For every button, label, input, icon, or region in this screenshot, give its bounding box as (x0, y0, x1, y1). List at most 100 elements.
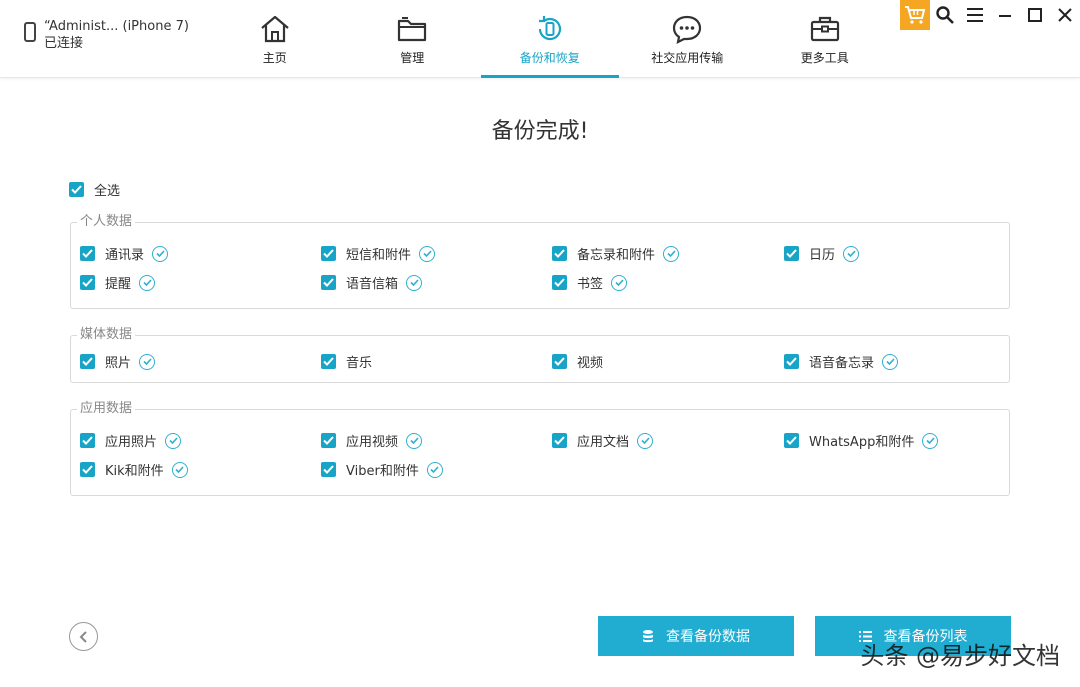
item-label: 照片 (105, 356, 132, 371)
done-check-icon (611, 274, 628, 291)
item-label: WhatsApp和附件 (809, 435, 915, 450)
phone-icon (24, 22, 36, 42)
window-controls (900, 0, 1080, 30)
checkbox-checked-icon (321, 354, 336, 369)
tab-more-tools[interactable]: 更多工具 (756, 0, 894, 78)
item-app-photos[interactable]: 应用照片 (80, 431, 182, 450)
item-music[interactable]: 音乐 (321, 352, 372, 371)
checkbox-checked-icon (784, 354, 799, 369)
select-all-label: 全选 (94, 184, 121, 199)
done-check-icon (165, 432, 182, 449)
checkbox-checked-icon (321, 433, 336, 448)
done-check-icon (922, 432, 939, 449)
maximize-icon (1028, 8, 1042, 22)
group-personal-data: 个人数据 通讯录 短信和附件 备忘录和附件 日历 提醒 语音信箱 书签 (70, 214, 1010, 309)
done-check-icon (406, 274, 423, 291)
item-label: 应用文档 (577, 435, 630, 450)
checkbox-checked-icon (784, 433, 799, 448)
group-legend: 应用数据 (77, 401, 136, 417)
item-bookmarks[interactable]: 书签 (552, 273, 628, 292)
item-app-videos[interactable]: 应用视频 (321, 431, 423, 450)
menu-icon (967, 8, 983, 22)
checkbox-checked-icon (784, 246, 799, 261)
item-label: Viber和附件 (346, 464, 419, 479)
minimize-button[interactable] (990, 0, 1020, 30)
checkbox-checked-icon (80, 462, 95, 477)
menu-button[interactable] (960, 0, 990, 30)
home-icon (258, 13, 292, 45)
cart-button[interactable] (900, 0, 930, 30)
done-check-icon (406, 432, 423, 449)
minimize-icon (999, 15, 1011, 17)
item-label: 短信和附件 (346, 248, 412, 263)
group-legend: 个人数据 (77, 214, 136, 230)
item-photos[interactable]: 照片 (80, 352, 156, 371)
item-videos[interactable]: 视频 (552, 352, 603, 371)
done-check-icon (426, 461, 443, 478)
tab-label: 社交应用传输 (651, 51, 724, 65)
tab-label: 备份和恢复 (519, 51, 580, 65)
item-label: 日历 (809, 248, 836, 263)
item-label: 语音备忘录 (809, 356, 875, 371)
done-check-icon (152, 245, 169, 262)
item-voicemail[interactable]: 语音信箱 (321, 273, 423, 292)
search-icon (936, 6, 954, 24)
done-check-icon (139, 353, 156, 370)
item-reminders[interactable]: 提醒 (80, 273, 156, 292)
watermark: 头条 @易步好文档 (860, 642, 1060, 670)
item-voice-memos[interactable]: 语音备忘录 (784, 352, 899, 371)
select-all-checkbox[interactable]: 全选 (69, 180, 120, 199)
item-calendar[interactable]: 日历 (784, 244, 860, 263)
backup-restore-icon (533, 13, 567, 45)
checkbox-checked-icon (69, 182, 84, 197)
checkbox-checked-icon (321, 275, 336, 290)
item-label: 提醒 (105, 277, 132, 292)
checkbox-checked-icon (552, 354, 567, 369)
item-label: 备忘录和附件 (577, 248, 656, 263)
item-kik[interactable]: Kik和附件 (80, 460, 188, 479)
checkbox-checked-icon (321, 462, 336, 477)
button-label: 查看备份数据 (666, 629, 750, 645)
item-label: 通讯录 (105, 248, 145, 263)
item-label: 语音信箱 (346, 277, 399, 292)
item-label: Kik和附件 (105, 464, 164, 479)
tab-backup-restore[interactable]: 备份和恢复 (481, 0, 619, 78)
chat-icon (670, 13, 704, 45)
checkbox-checked-icon (80, 246, 95, 261)
checkbox-checked-icon (80, 354, 95, 369)
tab-label: 主页 (262, 51, 287, 65)
device-status: 已连接 (44, 36, 84, 51)
device-info[interactable]: “Administ... (iPhone 7) 已连接 (24, 18, 189, 52)
item-label: 应用视频 (346, 435, 399, 450)
page-title: 备份完成! (491, 119, 589, 144)
checkbox-checked-icon (80, 275, 95, 290)
group-legend: 媒体数据 (77, 327, 136, 343)
tab-social-transfer[interactable]: 社交应用传输 (619, 0, 757, 78)
tab-manage[interactable]: 管理 (344, 0, 482, 78)
item-label: 音乐 (346, 356, 373, 371)
close-button[interactable] (1050, 0, 1080, 30)
item-whatsapp[interactable]: WhatsApp和附件 (784, 431, 939, 450)
back-button[interactable] (69, 622, 98, 651)
view-backup-data-button[interactable]: 查看备份数据 (598, 616, 794, 656)
done-check-icon (882, 353, 899, 370)
done-check-icon (171, 461, 188, 478)
item-notes[interactable]: 备忘录和附件 (552, 244, 680, 263)
search-button[interactable] (930, 0, 960, 30)
item-label: 应用照片 (105, 435, 158, 450)
item-messages[interactable]: 短信和附件 (321, 244, 436, 263)
item-viber[interactable]: Viber和附件 (321, 460, 443, 479)
tab-home[interactable]: 主页 (206, 0, 344, 78)
done-check-icon (637, 432, 654, 449)
item-label: 书签 (577, 277, 604, 292)
checkbox-checked-icon (552, 433, 567, 448)
main-tabs: 主页 管理 备份和恢复 社交应用传输 更多工具 (206, 0, 894, 78)
group-app-data: 应用数据 应用照片 应用视频 应用文档 WhatsApp和附件 Kik和附件 V… (70, 401, 1010, 496)
done-check-icon (663, 245, 680, 262)
item-app-documents[interactable]: 应用文档 (552, 431, 654, 450)
chevron-left-icon (79, 630, 87, 643)
maximize-button[interactable] (1020, 0, 1050, 30)
checkbox-checked-icon (552, 275, 567, 290)
cart-icon (905, 6, 926, 24)
item-contacts[interactable]: 通讯录 (80, 244, 169, 263)
